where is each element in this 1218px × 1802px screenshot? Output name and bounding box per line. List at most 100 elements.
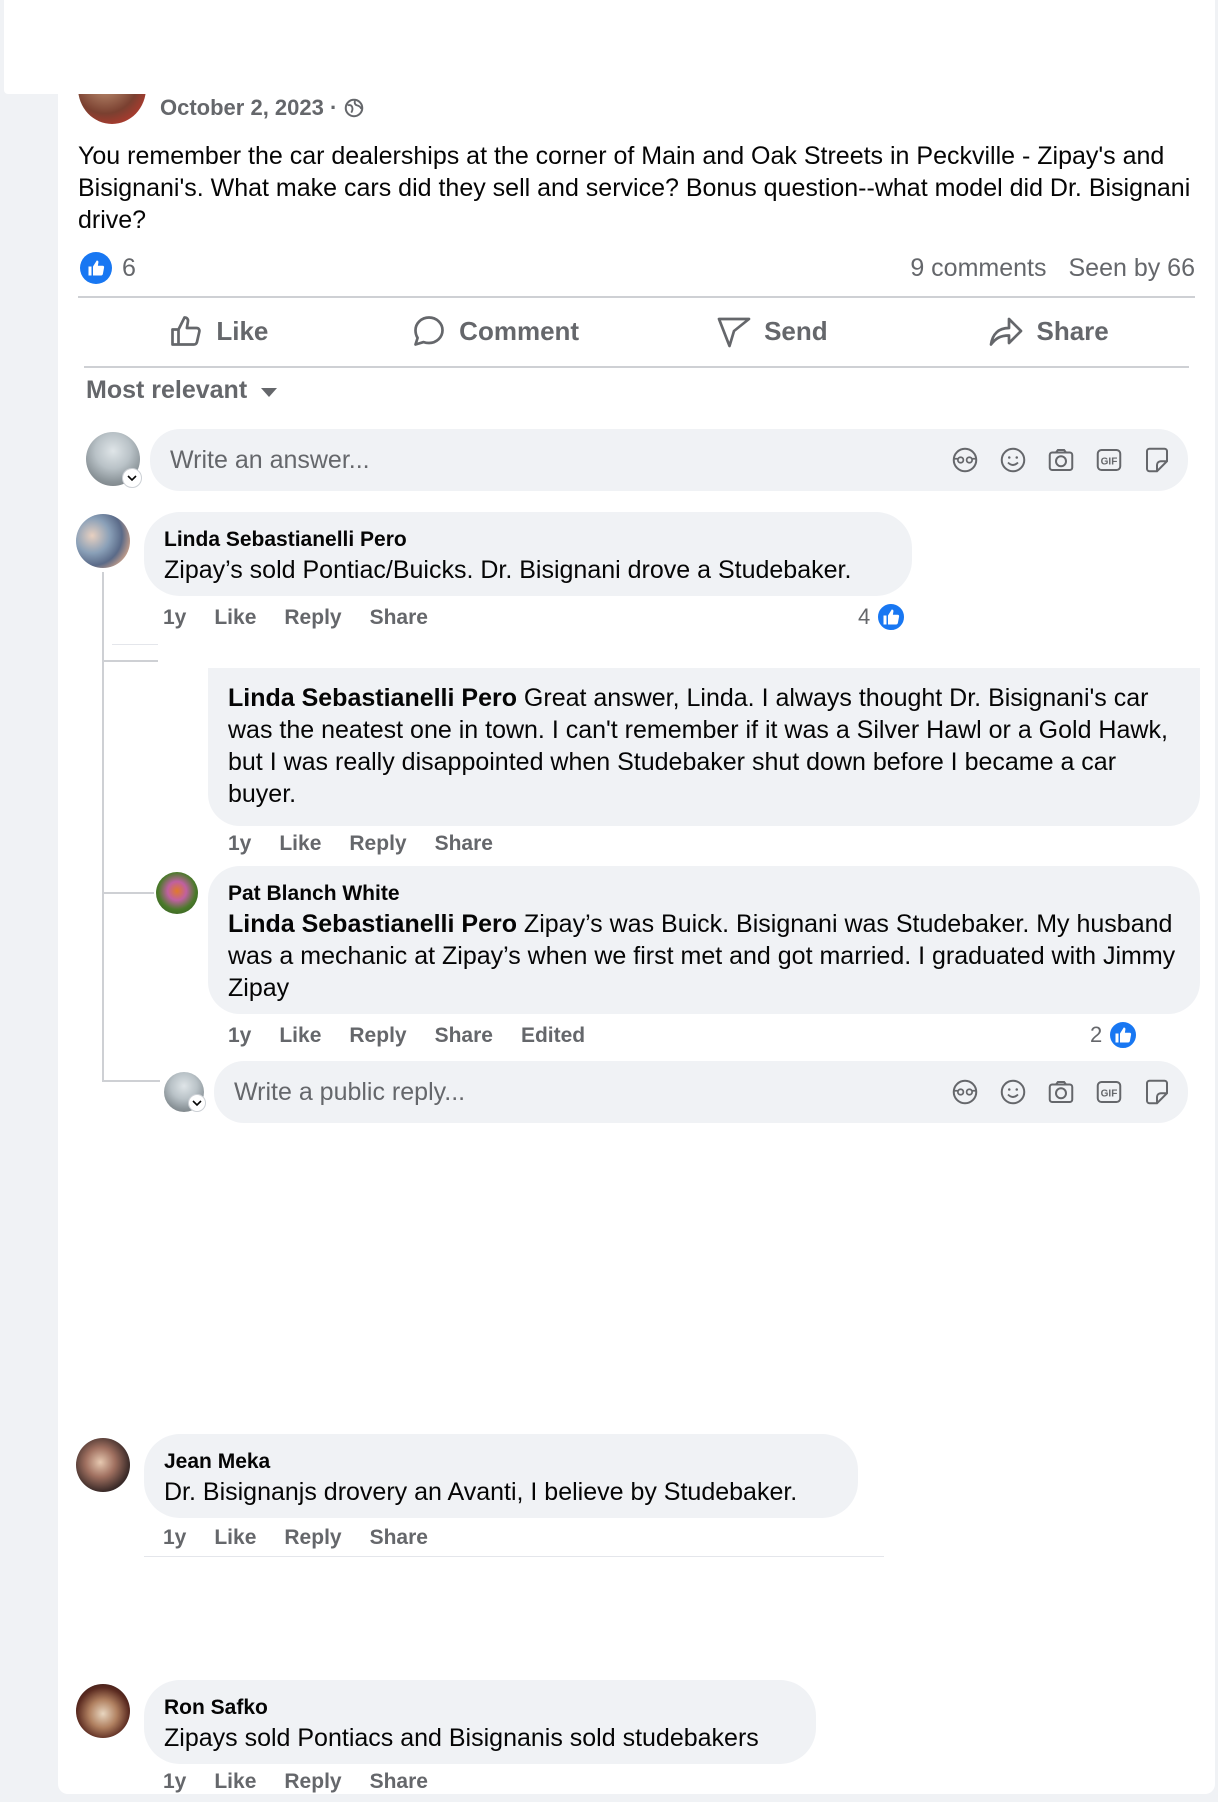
comment-text: Dr. Bisignanjs drovery an Avanti, I beli… [164,1478,798,1506]
divider [78,296,1195,298]
thumbs-up-icon [171,316,202,346]
comment-reply-button[interactable]: Reply [284,606,341,630]
comment-composer[interactable]: Write an answer... GIF [150,429,1188,491]
sticker-icon[interactable] [1142,1077,1172,1107]
reply-meta: 1y Like Reply Share [228,832,493,856]
post-card: October 2, 2023 · You remember the car d… [58,0,1215,1794]
reply-meta: 1y Like Reply Share Edited [228,1024,585,1048]
camera-icon[interactable] [1046,445,1076,475]
seen-by[interactable]: Seen by 66 [1069,254,1196,283]
reply-text: Linda Sebastianelli Pero Zipay’s was Bui… [228,910,1176,1002]
comment-bubble: Jean Meka Dr. Bisignanjs drovery an Avan… [144,1434,858,1518]
comment-icon [414,316,445,346]
comment-share-button[interactable]: Share [370,606,428,630]
replier-avatar[interactable] [156,872,198,914]
gif-icon[interactable]: GIF [1094,1077,1124,1107]
comment-text: Zipays sold Pontiacs and Bisignanis sold… [164,1724,759,1752]
commenter-avatar[interactable] [76,1684,130,1738]
comments-count[interactable]: 9 comments [910,254,1046,283]
comment-button[interactable]: Comment [357,313,634,349]
like-count[interactable]: 6 [122,254,136,283]
crop-mask [158,644,1198,668]
reply-time[interactable]: 1y [228,832,251,856]
comment-reactions[interactable]: 4 [858,602,907,632]
commenter-avatar[interactable] [76,514,130,568]
comment-like-button[interactable]: Like [214,1770,256,1794]
reply-time[interactable]: 1y [228,1024,251,1048]
comment-time[interactable]: 1y [163,606,186,630]
emoji-icon[interactable] [998,1077,1028,1107]
reply-bubble: Linda Sebastianelli Pero Great answer, L… [208,668,1200,826]
reply-author[interactable]: Pat Blanch White [228,880,1180,908]
chevron-down-icon[interactable] [122,468,142,488]
comment-bubble: Ron Safko Zipays sold Pontiacs and Bisig… [144,1680,816,1764]
thread-branch [102,1080,160,1082]
reply-reactions[interactable]: 2 [1090,1020,1139,1050]
send-icon [717,317,751,348]
comment-share-button[interactable]: Share [370,1526,428,1550]
avatar-sticker-icon[interactable] [950,1077,980,1107]
divider [84,366,1189,368]
camera-icon[interactable] [1046,1077,1076,1107]
globe-icon [345,98,364,118]
share-button[interactable]: Share [910,313,1187,349]
like-reaction-icon [876,602,907,632]
share-arrow-icon [990,317,1023,346]
comment-meta: 1y Like Reply Share [163,1526,428,1550]
comment-author[interactable]: Ron Safko [164,1694,796,1722]
emoji-icon[interactable] [998,445,1028,475]
sort-dropdown[interactable]: Most relevant [86,376,278,405]
post-date: October 2, 2023 · [160,95,365,121]
thread-line [102,572,104,1080]
reply-text: Linda Sebastianelli Pero Great answer, L… [228,684,1168,808]
comment-input[interactable]: Write an answer... [170,446,950,475]
reply-reply-button[interactable]: Reply [349,1024,406,1048]
like-button[interactable]: Like [80,313,357,349]
post-actions: Like Comment Send Share [80,300,1187,362]
reply-composer[interactable]: Write a public reply... GIF [214,1061,1188,1123]
commenter-avatar[interactable] [76,1438,130,1492]
chevron-down-icon[interactable] [188,1094,206,1112]
comment-like-button[interactable]: Like [214,606,256,630]
comment-author[interactable]: Linda Sebastianelli Pero [164,526,892,554]
reply-share-button[interactable]: Share [435,832,493,856]
reply-input[interactable]: Write a public reply... [234,1078,950,1107]
post-date-text[interactable]: October 2, 2023 · [160,95,337,121]
edited-label[interactable]: Edited [521,1024,585,1048]
avatar-sticker-icon[interactable] [950,445,980,475]
comment-reply-button[interactable]: Reply [284,1770,341,1794]
reply-bubble: Pat Blanch White Linda Sebastianelli Per… [208,866,1200,1014]
mention-link[interactable]: Linda Sebastianelli Pero [228,684,517,712]
reply-like-button[interactable]: Like [279,1024,321,1048]
send-button[interactable]: Send [634,313,911,349]
svg-text:GIF: GIF [1101,1088,1118,1099]
like-reaction-icon [1108,1020,1139,1050]
like-reaction-icon[interactable] [80,252,112,284]
thread-branch [102,660,158,662]
comment-time[interactable]: 1y [163,1526,186,1550]
top-mask [4,0,1214,94]
post-stats: 6 9 comments Seen by 66 [80,250,1195,286]
reply-reply-button[interactable]: Reply [349,832,406,856]
gif-icon[interactable]: GIF [1094,445,1124,475]
composer-tools: GIF [950,445,1172,475]
mention-link[interactable]: Linda Sebastianelli Pero [228,910,517,938]
comment-share-button[interactable]: Share [370,1770,428,1794]
comment-bubble: Linda Sebastianelli Pero Zipay’s sold Po… [144,512,912,596]
comment-like-button[interactable]: Like [214,1526,256,1550]
comment-time[interactable]: 1y [163,1770,186,1794]
post-text: You remember the car dealerships at the … [78,142,1191,234]
reaction-count: 2 [1090,1022,1103,1047]
composer-tools: GIF [950,1077,1172,1107]
thread-branch [102,892,154,894]
divider [144,1556,884,1557]
reaction-count: 4 [858,604,871,629]
comment-text: Zipay’s sold Pontiac/Buicks. Dr. Bisigna… [164,556,852,584]
sort-label: Most relevant [86,376,248,404]
comment-reply-button[interactable]: Reply [284,1526,341,1550]
caret-down-icon [261,388,278,397]
comment-author[interactable]: Jean Meka [164,1448,838,1476]
sticker-icon[interactable] [1142,445,1172,475]
reply-like-button[interactable]: Like [279,832,321,856]
reply-share-button[interactable]: Share [435,1024,493,1048]
